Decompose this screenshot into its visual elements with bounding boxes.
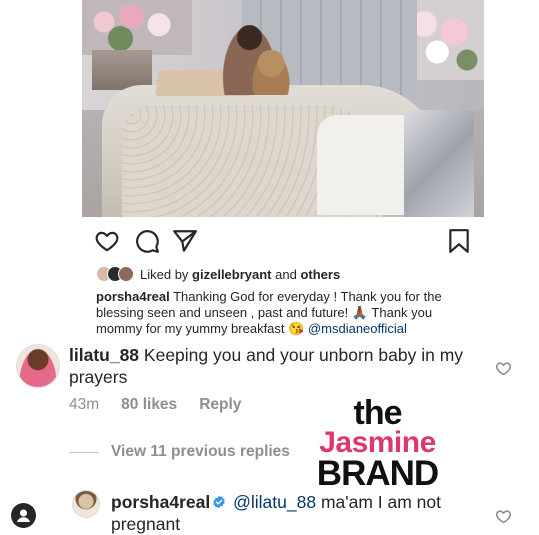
post-photo[interactable]: [82, 0, 484, 217]
likes-summary[interactable]: Liked by gizellebryant and others: [96, 265, 340, 283]
profile-icon[interactable]: [11, 503, 36, 528]
likes-user-link[interactable]: gizellebryant: [192, 267, 271, 282]
photo-mirror-dresser: [404, 110, 474, 217]
comment-like-heart-icon[interactable]: [495, 360, 512, 377]
comment-avatar[interactable]: [16, 344, 60, 388]
bookmark-icon[interactable]: [446, 228, 472, 254]
liker-avatars: [96, 266, 134, 282]
comment-bubble-icon[interactable]: [134, 228, 160, 254]
photo-nightstand: [92, 50, 152, 90]
comment-meta: 43m 80 likes Reply: [69, 396, 241, 414]
logo-line-the: the: [353, 394, 403, 432]
paper-plane-icon[interactable]: [172, 228, 198, 254]
post-action-bar: [94, 228, 474, 254]
replies-divider: [69, 452, 99, 453]
reply-mention[interactable]: @lilatu_88: [233, 492, 316, 512]
caption-mention[interactable]: @msdianeofficial: [308, 321, 407, 336]
comment-time: 43m: [69, 396, 100, 413]
comment-body: lilatu_88 Keeping you and your unborn ba…: [69, 344, 469, 388]
comment-username[interactable]: lilatu_88: [69, 345, 139, 365]
the-jasmine-brand-logo: the Jasmine BRAND: [300, 394, 455, 493]
comment-reply-button[interactable]: Reply: [199, 396, 241, 414]
view-previous-replies-link[interactable]: View 11 previous replies: [111, 443, 290, 461]
photo-teddy-bear: [250, 50, 292, 95]
likes-prefix: Liked by: [140, 266, 189, 282]
reply-like-heart-icon[interactable]: [495, 508, 512, 525]
heart-outline-icon[interactable]: [94, 228, 120, 254]
comment-likes-count[interactable]: 80 likes: [121, 396, 177, 414]
reply-body: porsha4real @lilatu_88 ma'am I am not pr…: [111, 491, 481, 535]
reply-username[interactable]: porsha4real: [111, 492, 210, 512]
reply-avatar[interactable]: [72, 490, 100, 518]
likes-conj: and: [275, 266, 297, 282]
verified-badge-icon: [213, 495, 225, 509]
person-silhouette-icon: [17, 509, 30, 522]
avatar: [118, 266, 134, 282]
caption-username[interactable]: porsha4real: [96, 289, 170, 304]
photo-flowers-left: [82, 0, 192, 55]
post-caption: porsha4real Thanking God for everyday ! …: [96, 289, 476, 337]
likes-others-link[interactable]: others: [300, 267, 340, 282]
logo-line-brand: BRAND: [316, 454, 439, 493]
